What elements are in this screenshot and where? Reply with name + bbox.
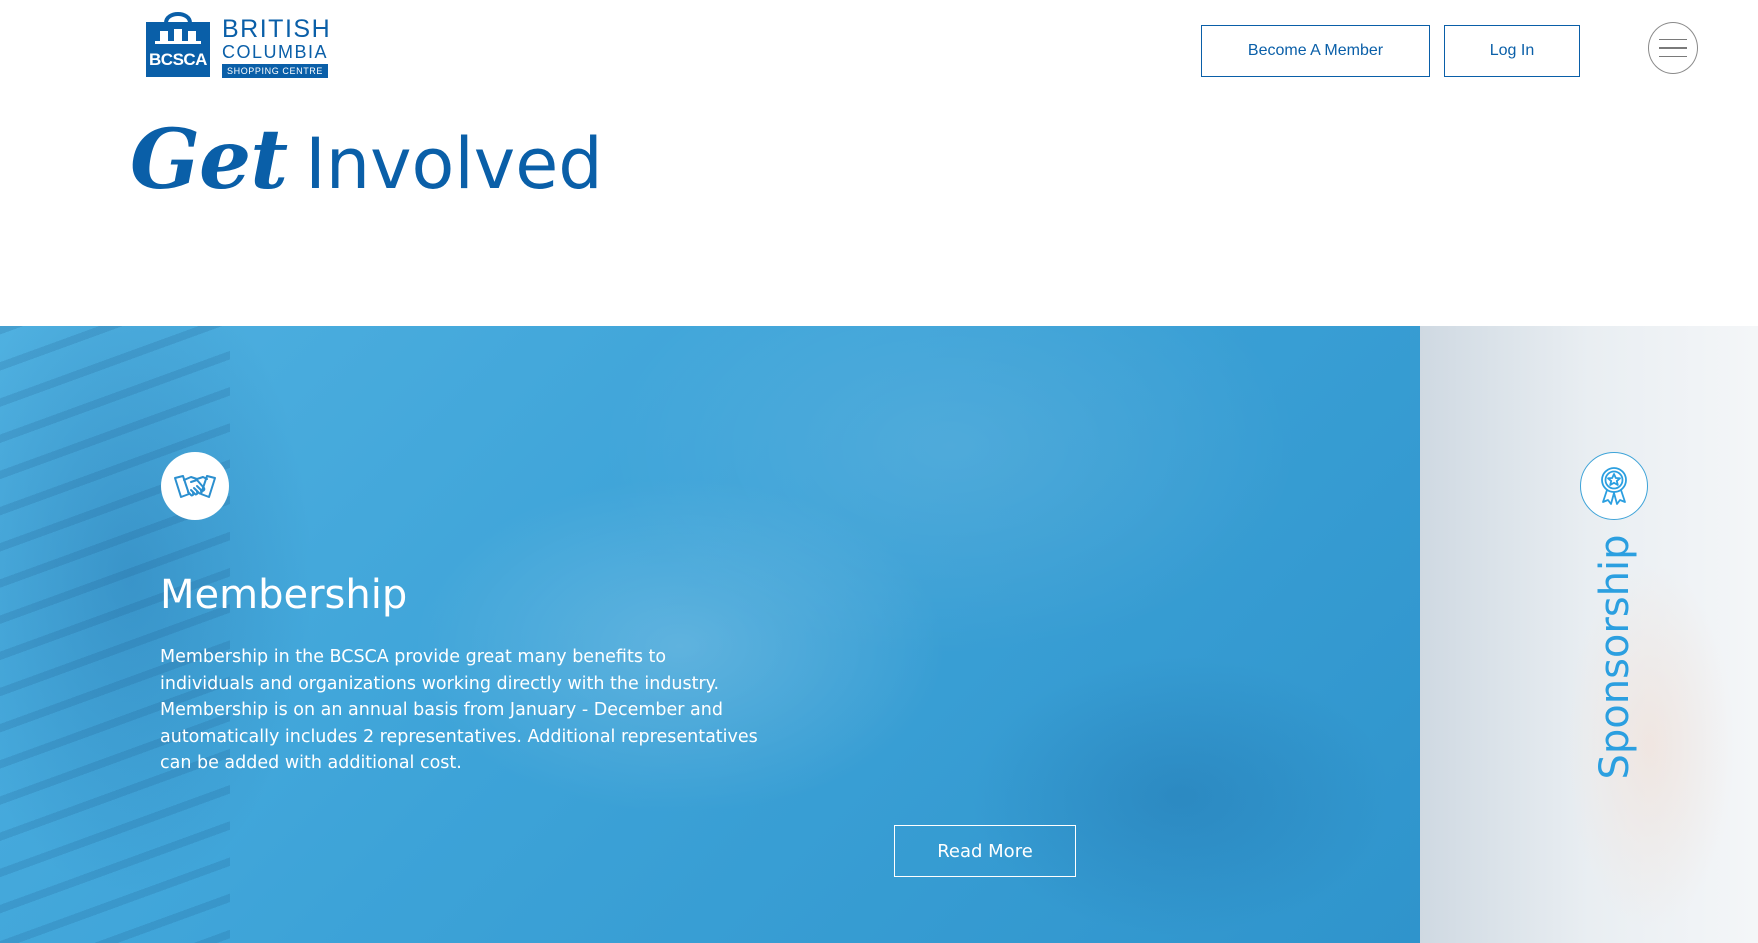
background-photo-overlay	[0, 326, 230, 943]
menu-line	[1659, 55, 1687, 58]
handshake-icon	[161, 452, 229, 520]
site-header: BCSCA BRITISH COLUMBIA SHOPPING CENTRE B…	[0, 0, 1758, 100]
login-button[interactable]: Log In	[1444, 25, 1580, 77]
membership-description: Membership in the BCSCA provide great ma…	[160, 647, 758, 773]
menu-line	[1659, 47, 1687, 49]
read-more-button[interactable]: Read More	[894, 825, 1076, 877]
sponsorship-panel[interactable]	[1420, 326, 1758, 943]
get-involved-panels: Membership Membership in the BCSCA provi…	[0, 326, 1758, 943]
membership-heading: Membership	[160, 572, 408, 618]
menu-line	[1659, 38, 1687, 41]
become-member-button[interactable]: Become A Member	[1201, 25, 1430, 77]
page-title: Get Involved	[130, 112, 603, 208]
hamburger-menu-icon[interactable]	[1648, 22, 1698, 74]
shopping-bag-logo-icon: BCSCA	[146, 12, 210, 77]
logo-line-british: BRITISH	[222, 15, 332, 43]
sponsorship-label[interactable]: Sponsorship	[1592, 534, 1638, 779]
logo-line-columbia: COLUMBIA	[222, 42, 329, 62]
bcsca-logo[interactable]: BCSCA BRITISH COLUMBIA SHOPPING CENTRE	[146, 9, 331, 79]
page-title-main-word: Involved	[305, 123, 603, 205]
logo-wordmark: BRITISH COLUMBIA SHOPPING CENTRE	[222, 17, 331, 79]
award-ribbon-icon	[1580, 452, 1648, 520]
logo-line-shopping-centre: SHOPPING CENTRE	[222, 64, 329, 78]
page-title-script-word: Get	[130, 112, 288, 208]
logo-bag-text: BCSCA	[149, 50, 207, 69]
membership-panel[interactable]: Membership Membership in the BCSCA provi…	[0, 326, 1420, 943]
